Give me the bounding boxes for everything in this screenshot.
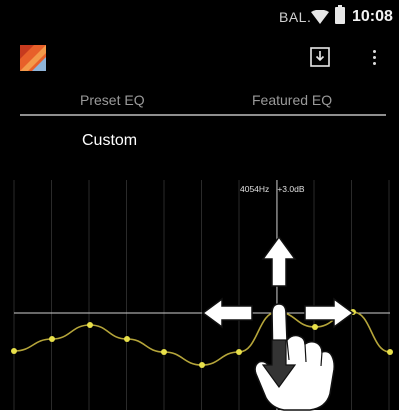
app-screen: BAL. 10:08 Preset EQ Featured EQ Custom … xyxy=(0,0,399,410)
eq-band-point[interactable] xyxy=(124,336,130,342)
preset-name[interactable]: Custom xyxy=(82,132,137,150)
band-gain: +3.0dB xyxy=(277,184,305,194)
overflow-dot xyxy=(373,50,376,53)
eq-band-point[interactable] xyxy=(49,336,55,342)
status-clock: 10:08 xyxy=(352,8,393,25)
overflow-menu-button[interactable] xyxy=(366,46,382,68)
eq-band-point[interactable] xyxy=(236,349,242,355)
overflow-dot xyxy=(373,56,376,59)
status-bar: BAL. 10:08 xyxy=(0,0,399,32)
band-frequency: 4054Hz xyxy=(240,184,270,194)
overflow-dot xyxy=(373,62,376,65)
eq-band-point[interactable] xyxy=(350,309,356,315)
save-preset-button[interactable] xyxy=(309,46,331,68)
eq-band-point[interactable] xyxy=(274,309,280,315)
tab-featured-eq[interactable]: Featured EQ xyxy=(252,92,332,108)
eq-band-point[interactable] xyxy=(312,324,318,330)
eq-band-point[interactable] xyxy=(387,349,393,355)
eq-band-point[interactable] xyxy=(161,349,167,355)
band-readout: 4054Hz +3.0dB xyxy=(240,184,305,194)
wifi-icon xyxy=(311,10,329,24)
tab-indicator xyxy=(20,114,386,116)
eq-graph[interactable] xyxy=(0,180,399,410)
carrier-label: BAL. xyxy=(279,9,312,25)
eq-band-point[interactable] xyxy=(11,348,17,354)
eq-band-point[interactable] xyxy=(199,362,205,368)
tab-preset-eq[interactable]: Preset EQ xyxy=(80,92,145,108)
battery-icon xyxy=(335,5,345,24)
app-logo-icon xyxy=(20,45,46,71)
eq-band-point[interactable] xyxy=(87,322,93,328)
